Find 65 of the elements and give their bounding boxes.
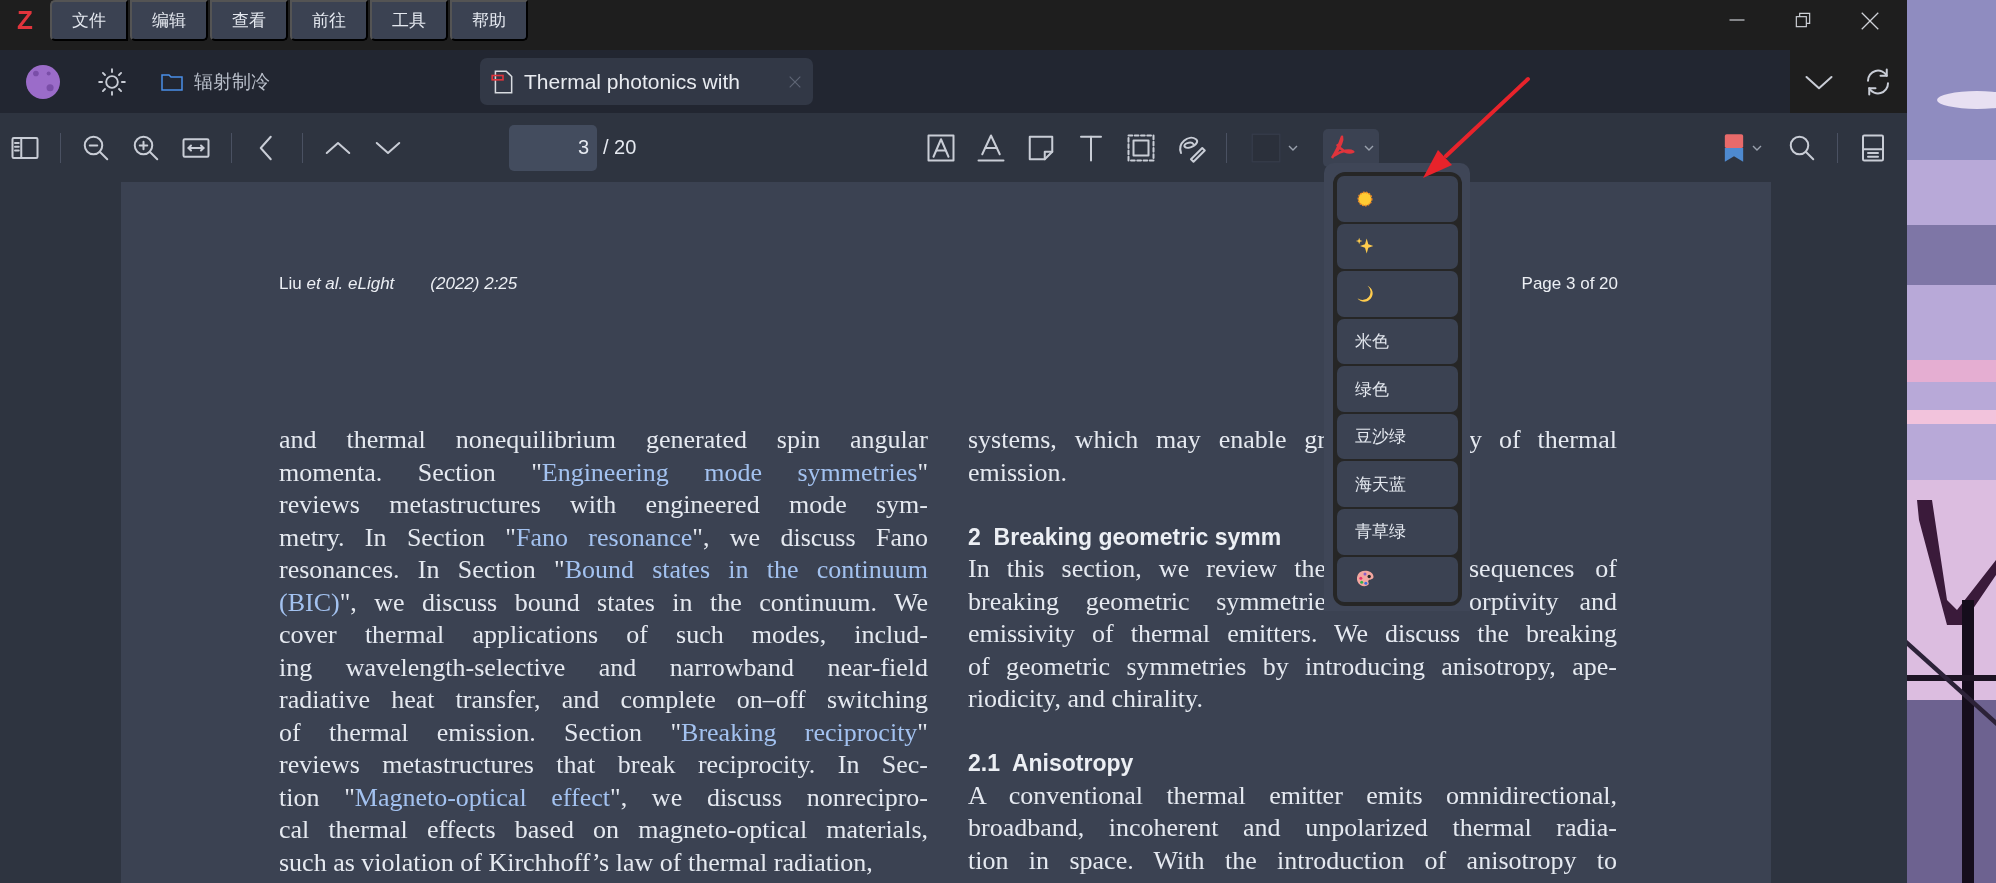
menu-item[interactable] [1337, 556, 1458, 603]
menu-item[interactable]: 米色 [1337, 318, 1458, 365]
text-line: emissivity of thermal emitters. We discuss the breaking [968, 618, 1617, 650]
text-line: radiative heat transfer, and complete on–off switching [279, 684, 928, 716]
menu-item[interactable]: 前往 [290, 0, 368, 41]
text-line: riodicity, and chirality. [968, 683, 1203, 715]
text-line: resonances. In Section "Bound states in the continuum [279, 554, 928, 586]
link[interactable]: Engineering mode symmetries [541, 457, 918, 487]
app-logo: Z [16, 3, 34, 37]
text-line: orptivity and [1469, 585, 1617, 618]
link[interactable]: (BIC) [279, 587, 340, 617]
text-line: ing wavelength-selective and narrowband near-field [279, 651, 928, 684]
text-line: of thermal emission. Section "Breaking reciprocity" [279, 716, 928, 749]
menu-item[interactable] [1337, 176, 1458, 222]
text-line: reviews metastructures that break reciprocity. In Sec- [279, 749, 928, 781]
text-line: emission. [968, 456, 1067, 489]
section-heading: 2.1 Anisotropy [968, 749, 1134, 778]
citation: (2022) 2:25 [430, 274, 518, 294]
text-line: momenta. Section "Engineering mode symmetries" [279, 456, 928, 489]
link[interactable]: Magneto-optical effect [354, 782, 611, 812]
text-line: breaking geometric symmetrie [968, 585, 1326, 618]
text-line: tion "Magneto-optical effect", we discuss nonrecipro- [279, 781, 928, 814]
link[interactable]: Fano resonance [515, 522, 693, 552]
tab[interactable]: 辐射制冷 [148, 58, 280, 105]
underline-icon[interactable] [976, 132, 1007, 163]
text-line: sequences of [1469, 553, 1617, 585]
sun-icon[interactable] [98, 67, 126, 96]
link[interactable]: Bound states in the continuum [564, 555, 928, 584]
restore-icon[interactable] [1793, 10, 1813, 30]
highlight-icon[interactable] [926, 132, 957, 163]
menu-item[interactable]: 帮助 [450, 0, 528, 41]
text-line: and thermal nonequilibrium generated spin angular [279, 424, 928, 456]
text-line: tion in space. With the introduction of anisotropy to [968, 844, 1617, 877]
menu-item[interactable]: 绿色 [1337, 366, 1458, 412]
text-line: broadband, incoherent and unpolarized thermal radia- [968, 812, 1617, 844]
text-line: metry. In Section "Fano resonance", we discuss Fano [279, 521, 928, 554]
appearance-button[interactable] [1323, 128, 1380, 167]
menu-item[interactable]: 查看 [210, 0, 288, 41]
close-icon[interactable] [1859, 10, 1881, 32]
page-field[interactable]: 3 [509, 124, 597, 171]
menu-item[interactable]: 文件 [50, 0, 128, 41]
text-line: (BIC)", we discuss bound states in the continuum. We [279, 586, 928, 619]
text-line: cal thermal effects based on magneto-optical materials, [279, 814, 928, 846]
menu-item[interactable]: 工具 [370, 0, 448, 41]
text-line: reviews metastructures with engineered mode sym- [279, 489, 928, 521]
text-line: A conventional thermal emitter emits omnidirectional, [968, 779, 1617, 812]
avatar-icon[interactable] [26, 64, 60, 99]
text-line: systems, which may enable gr [968, 424, 1326, 456]
link[interactable]: Breaking reciprocity [681, 717, 918, 747]
tab[interactable]: Thermal photonics with [480, 58, 813, 105]
section-heading: 2 Breaking geometric symm [968, 522, 1282, 552]
text-line: cover thermal applications of such modes, includ- [279, 619, 928, 651]
menu-item[interactable]: 海天蓝 [1337, 461, 1458, 507]
page-label: Page 3 of 20 [1521, 274, 1618, 294]
text-line: of geometric symmetries by introducing anisotropy, ape- [968, 650, 1617, 683]
text-line: such as violation of Kirchhoff’s law of thermal radiation, [279, 846, 873, 879]
area-select-icon[interactable] [1126, 132, 1157, 163]
running-head: Liu et al. eLight [279, 274, 395, 294]
text-line: y of thermal [1469, 424, 1617, 456]
menu-item[interactable]: 豆沙绿 [1337, 413, 1458, 460]
page-count: / 20 [603, 136, 637, 159]
menu-item[interactable]: 青草绿 [1337, 508, 1458, 555]
menu-item[interactable]: 编辑 [130, 0, 208, 41]
text-line: In this section, we review the [968, 553, 1326, 585]
bookmark-icon [1723, 131, 1745, 164]
